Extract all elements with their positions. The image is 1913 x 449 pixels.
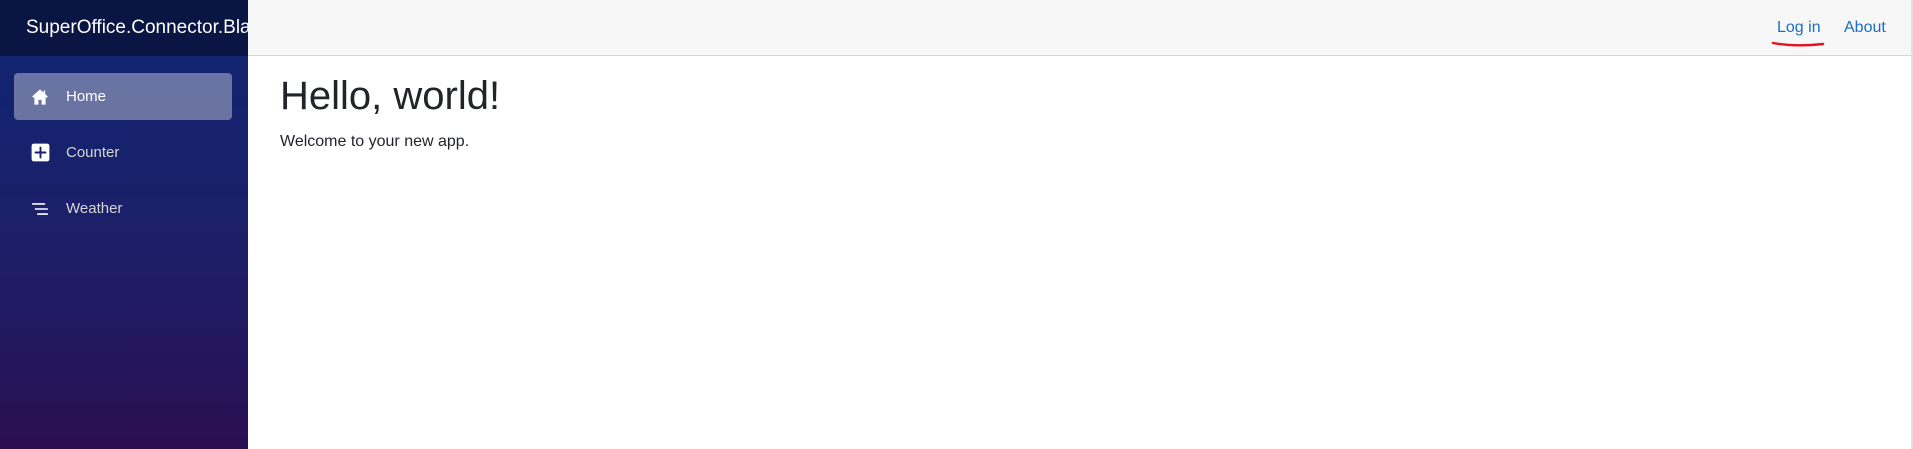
top-row: Log in About xyxy=(248,0,1911,56)
sidebar-item-weather[interactable]: Weather xyxy=(14,185,232,232)
list-icon xyxy=(30,199,50,219)
app-window: SuperOffice.Connector.Blazor Home xyxy=(0,0,1913,449)
sidebar-item-label: Home xyxy=(66,88,107,105)
brand-link[interactable]: SuperOffice.Connector.Blazor xyxy=(26,0,248,56)
sidebar-item-home[interactable]: Home xyxy=(14,73,232,120)
sidebar-item-label: Counter xyxy=(66,144,120,161)
page-title: Hello, world! xyxy=(280,74,501,118)
brand-bar: SuperOffice.Connector.Blazor xyxy=(0,0,248,56)
welcome-text: Welcome to your new app. xyxy=(280,133,470,150)
plus-square-icon xyxy=(30,143,50,163)
sidebar-item-label: Weather xyxy=(66,200,123,217)
about-link[interactable]: About xyxy=(1844,0,1886,56)
red-underline-annotation xyxy=(1771,41,1825,47)
sidebar-item-counter[interactable]: Counter xyxy=(14,129,232,176)
house-icon xyxy=(30,87,50,107)
sidebar: SuperOffice.Connector.Blazor Home xyxy=(0,0,248,449)
